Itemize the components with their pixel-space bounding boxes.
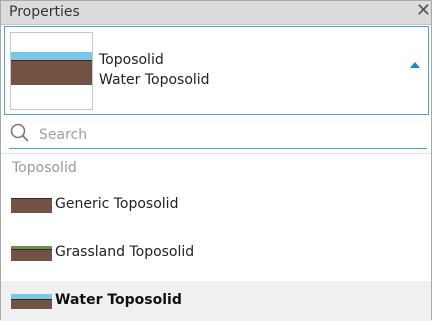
type-name: Water Toposolid bbox=[99, 72, 210, 88]
type-preview-thumbnail bbox=[10, 32, 93, 110]
collapse-arrow-icon[interactable] bbox=[410, 62, 420, 68]
search-box[interactable] bbox=[9, 121, 427, 149]
layer-divider bbox=[11, 60, 92, 61]
section-header-toposolid: Toposolid bbox=[12, 160, 77, 176]
close-icon[interactable]: ✕ bbox=[416, 0, 431, 21]
earth-layer bbox=[11, 61, 92, 85]
grassland-toposolid-swatch-icon bbox=[11, 246, 52, 261]
search-icon bbox=[10, 123, 29, 142]
water-toposolid-swatch-icon bbox=[11, 294, 52, 309]
list-item-label: Generic Toposolid bbox=[55, 196, 179, 212]
search-input[interactable] bbox=[37, 123, 421, 147]
list-item-label: Grassland Toposolid bbox=[55, 244, 195, 260]
type-category: Toposolid bbox=[99, 52, 164, 68]
divider bbox=[1, 153, 431, 154]
list-item-water-toposolid[interactable]: Water Toposolid bbox=[1, 281, 431, 321]
title-bar: Properties ✕ bbox=[1, 0, 431, 25]
list-item-label: Water Toposolid bbox=[55, 292, 182, 308]
generic-toposolid-swatch-icon bbox=[11, 198, 52, 213]
properties-panel: Properties ✕ Toposolid Water Toposolid T… bbox=[0, 0, 432, 321]
list-item-generic-toposolid[interactable]: Generic Toposolid bbox=[1, 185, 431, 225]
type-selector[interactable]: Toposolid Water Toposolid bbox=[4, 26, 429, 115]
panel-title: Properties bbox=[9, 4, 80, 20]
list-item-grassland-toposolid[interactable]: Grassland Toposolid bbox=[1, 233, 431, 273]
